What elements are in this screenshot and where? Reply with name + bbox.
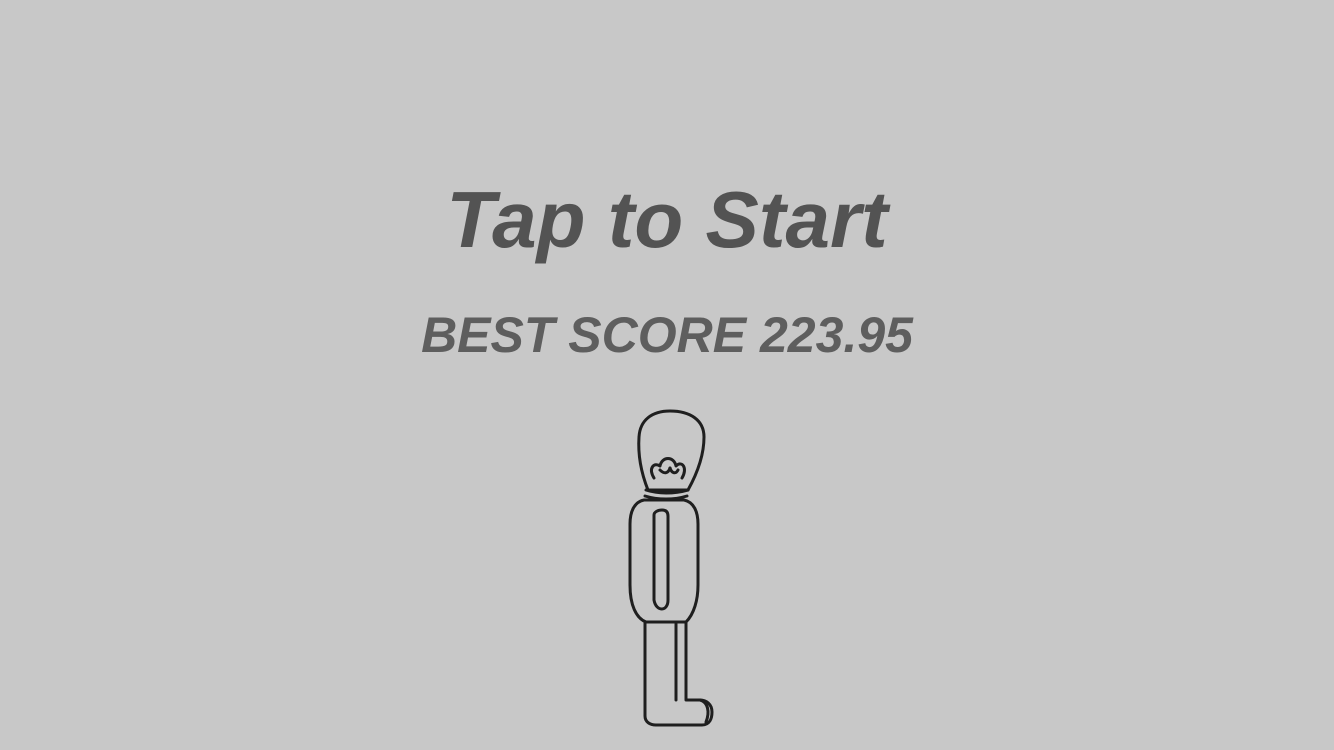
best-score-text: BEST SCORE 223.95 [421, 307, 913, 363]
lightbulb-head-character-icon [628, 409, 714, 727]
tap-to-start-title: Tap to Start [446, 175, 888, 264]
tap-to-start-area[interactable]: Tap to Start BEST SCORE 223.95 [0, 0, 1334, 750]
